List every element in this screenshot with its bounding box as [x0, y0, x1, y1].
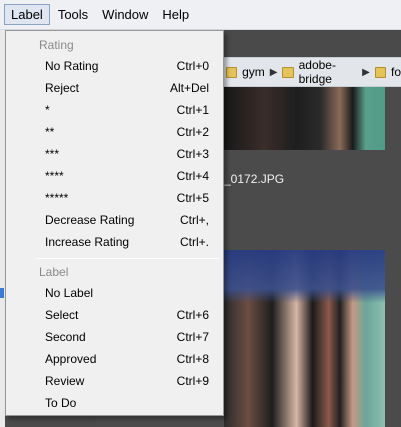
thumbnail-image[interactable]: [224, 87, 385, 150]
selection-marker: [0, 288, 4, 298]
chevron-right-icon: ▶: [269, 66, 278, 78]
menu-item-label: Approved: [45, 352, 97, 366]
path-segment-fo[interactable]: fo: [391, 65, 401, 79]
folder-icon: [226, 66, 238, 78]
path-segment-gym[interactable]: gym: [242, 65, 265, 79]
menu-item-shortcut: Ctrl+2: [176, 125, 209, 139]
menu-item-rating-1[interactable]: * Ctrl+1: [6, 99, 223, 121]
menu-item-shortcut: Ctrl+8: [176, 352, 209, 366]
menu-item-reject[interactable]: Reject Alt+Del: [6, 77, 223, 99]
menu-item-review[interactable]: Review Ctrl+9: [6, 370, 223, 392]
menu-bar: Label Tools Window Help: [0, 0, 401, 30]
menu-item-label: To Do: [45, 396, 77, 410]
menu-help[interactable]: Help: [156, 5, 195, 24]
chevron-right-icon: ▶: [362, 66, 370, 78]
folder-icon: [282, 66, 294, 78]
menu-item-label: Increase Rating: [45, 235, 130, 249]
menu-item-shortcut: Ctrl+6: [176, 308, 209, 322]
thumbnail-filename: _0172.JPG: [224, 172, 285, 186]
menu-item-decrease-rating[interactable]: Decrease Rating Ctrl+,: [6, 209, 223, 231]
menu-item-label: No Rating: [45, 59, 99, 73]
menu-item-label: Decrease Rating: [45, 213, 135, 227]
menu-item-label: No Label: [45, 286, 94, 300]
menu-item-label: ***: [45, 147, 60, 161]
menu-item-shortcut: Ctrl+7: [176, 330, 209, 344]
menu-item-rating-2[interactable]: ** Ctrl+2: [6, 121, 223, 143]
menu-item-to-do[interactable]: To Do: [6, 392, 223, 414]
menu-separator: [36, 258, 219, 259]
menu-item-shortcut: Ctrl+0: [176, 59, 209, 73]
menu-item-approved[interactable]: Approved Ctrl+8: [6, 348, 223, 370]
menu-section-header-label: Label: [39, 265, 69, 279]
menu-item-label: **: [45, 125, 55, 139]
menu-item-shortcut: Ctrl+3: [176, 147, 209, 161]
menu-item-label: Second: [45, 330, 86, 344]
menu-window[interactable]: Window: [96, 5, 154, 24]
menu-item-select[interactable]: Select Ctrl+6: [6, 304, 223, 326]
menu-item-label: Review: [45, 374, 85, 388]
menu-item-increase-rating[interactable]: Increase Rating Ctrl+.: [6, 231, 223, 253]
menu-item-shortcut: Ctrl+4: [176, 169, 209, 183]
menu-label[interactable]: Label: [4, 4, 50, 25]
menu-item-no-label[interactable]: No Label: [6, 282, 223, 304]
menu-item-shortcut: Ctrl+9: [176, 374, 209, 388]
menu-item-rating-4[interactable]: **** Ctrl+4: [6, 165, 223, 187]
menu-item-shortcut: Ctrl+.: [179, 235, 209, 249]
thumbnail-image[interactable]: [224, 250, 385, 427]
menu-item-shortcut: Ctrl+1: [176, 103, 209, 117]
menu-item-label: Select: [45, 308, 79, 322]
menu-item-label: *****: [45, 191, 69, 205]
menu-item-rating-3[interactable]: *** Ctrl+3: [6, 143, 223, 165]
menu-item-label: Reject: [45, 81, 80, 95]
path-segment-adobe-bridge[interactable]: adobe-bridge: [299, 58, 358, 86]
menu-item-shortcut: Ctrl+5: [176, 191, 209, 205]
menu-item-label: *: [45, 103, 50, 117]
folder-icon: [374, 66, 386, 78]
label-dropdown-menu: Rating No Rating Ctrl+0 Reject Alt+Del *…: [5, 30, 224, 416]
menu-item-shortcut: Ctrl+,: [179, 213, 209, 227]
menu-tools[interactable]: Tools: [52, 5, 94, 24]
path-bar: gym ▶ adobe-bridge ▶ fo: [224, 57, 401, 87]
menu-section-header-rating: Rating: [39, 38, 74, 52]
menu-item-second[interactable]: Second Ctrl+7: [6, 326, 223, 348]
menu-item-label: ****: [45, 169, 64, 183]
menu-item-no-rating[interactable]: No Rating Ctrl+0: [6, 55, 223, 77]
menu-item-shortcut: Alt+Del: [169, 81, 209, 95]
menu-item-rating-5[interactable]: ***** Ctrl+5: [6, 187, 223, 209]
